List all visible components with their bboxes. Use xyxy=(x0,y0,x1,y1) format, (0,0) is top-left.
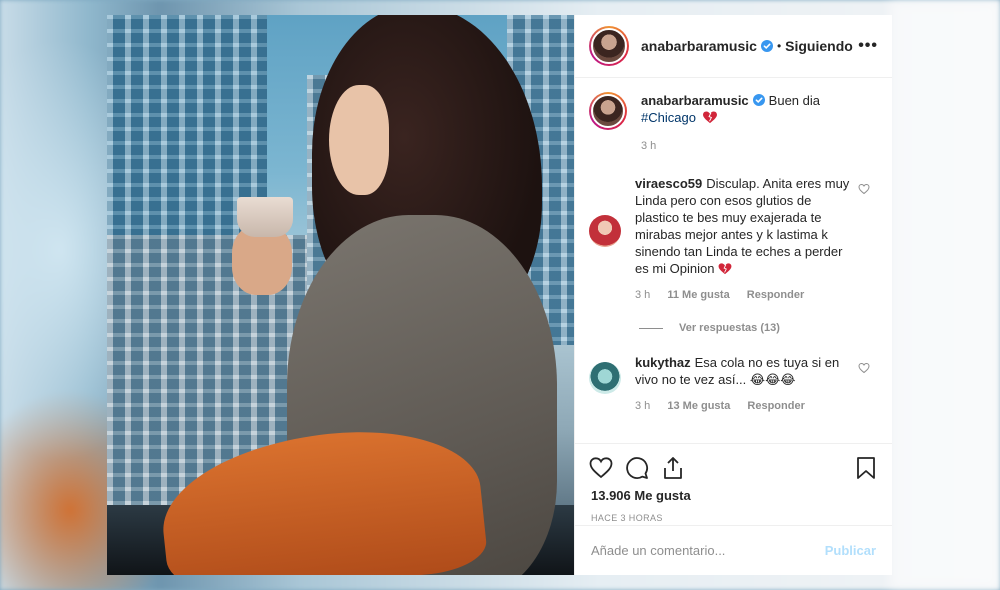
add-comment-bar: Publicar xyxy=(575,525,892,575)
comment-icon[interactable] xyxy=(625,456,649,480)
follow-status-button[interactable]: Siguiendo xyxy=(785,38,853,54)
post-timestamp: HACE 3 HORAS xyxy=(591,513,663,523)
caption-text: Buen dia xyxy=(768,93,820,108)
woman-face xyxy=(329,85,389,195)
avatar[interactable] xyxy=(589,92,627,130)
more-options-icon[interactable]: ••• xyxy=(858,37,878,55)
post-photo[interactable] xyxy=(107,15,574,575)
caption-username[interactable]: anabarbaramusic xyxy=(641,93,749,108)
replies-divider xyxy=(639,327,663,329)
comment-time: 3 h xyxy=(635,289,651,301)
comment-username[interactable]: viraesco59 xyxy=(635,176,702,191)
caption-time: 3 h xyxy=(641,140,657,152)
hashtag-link[interactable]: #Chicago xyxy=(641,110,696,125)
reply-button[interactable]: Responder xyxy=(747,289,804,301)
comments-list[interactable]: anabarbaramusic Buen dia #Chicago 3 h vir… xyxy=(575,78,892,444)
comment-item: viraesco59 Disculap. Anita eres muy Linda… xyxy=(589,175,878,304)
bookmark-icon[interactable] xyxy=(854,456,878,480)
avatar[interactable] xyxy=(589,215,621,247)
heart-icon[interactable] xyxy=(589,456,613,480)
comment-item: kukythaz Esa cola no es tuya si en vivo n… xyxy=(589,354,878,415)
comment-emoji: 😂😂😂 xyxy=(749,372,796,387)
view-replies-button[interactable]: Ver respuestas (13) xyxy=(639,322,878,334)
verified-badge-icon xyxy=(752,94,765,106)
heart-emoji-icon xyxy=(702,111,717,124)
post-panel: anabarbaramusic • Siguiendo ••• anabarba… xyxy=(574,15,892,575)
avatar[interactable] xyxy=(589,26,629,66)
comment-time: 3 h xyxy=(635,400,651,412)
comment-username[interactable]: kukythaz xyxy=(635,355,691,370)
comment-input[interactable] xyxy=(591,543,825,558)
comment-likes[interactable]: 13 Me gusta xyxy=(667,400,730,412)
separator-dot: • xyxy=(776,39,782,53)
like-comment-icon[interactable] xyxy=(858,362,870,374)
coffee-cup xyxy=(237,197,293,237)
header-username[interactable]: anabarbaramusic xyxy=(641,38,757,54)
comment-likes[interactable]: 11 Me gusta xyxy=(667,289,729,301)
post-header: anabarbaramusic • Siguiendo ••• xyxy=(575,15,892,78)
like-count[interactable]: 13.906 Me gusta xyxy=(575,484,892,503)
publish-button[interactable]: Publicar xyxy=(825,543,876,558)
comment-text: Disculap. Anita eres muy Linda pero con … xyxy=(635,176,850,276)
caption: anabarbaramusic Buen dia #Chicago 3 h xyxy=(589,92,878,155)
blurred-backdrop-panel xyxy=(890,0,1000,590)
verified-badge-icon xyxy=(760,40,773,52)
like-comment-icon[interactable] xyxy=(858,183,870,195)
view-replies-label: Ver respuestas (13) xyxy=(679,322,780,334)
post-actions xyxy=(575,444,892,484)
reply-button[interactable]: Responder xyxy=(747,400,804,412)
heart-emoji-icon xyxy=(718,263,732,275)
share-icon[interactable] xyxy=(661,456,685,480)
avatar[interactable] xyxy=(589,362,621,394)
